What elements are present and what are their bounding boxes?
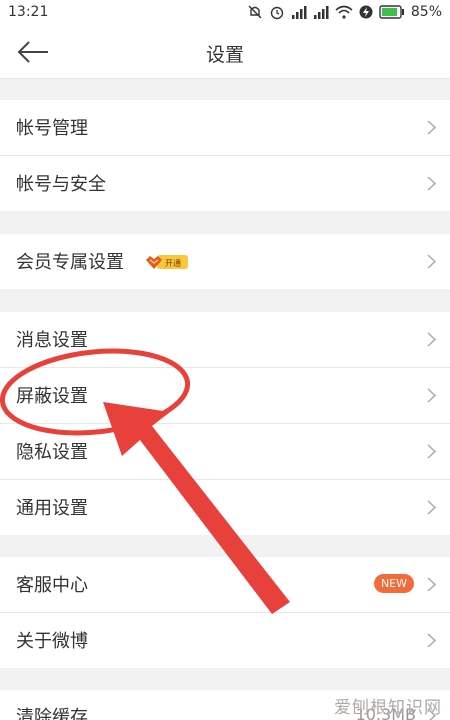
settings-item-label: 清除缓存 [16,707,88,720]
status-bar: 13:21 85% [0,0,450,26]
settings-item-privacy[interactable]: 隐私设置 [0,424,450,480]
settings-item-label: 隐私设置 [16,442,88,463]
mute-icon [248,5,262,19]
charging-icon [359,5,373,19]
new-badge: NEW [373,574,414,593]
settings-item-label: 通用设置 [16,498,88,519]
settings-group-vip: 会员专属设置 开通 [0,234,450,289]
chevron-right-icon [427,500,436,515]
settings-item-account-manage[interactable]: 帐号管理 [0,100,450,156]
settings-item-label: 消息设置 [16,330,88,351]
settings-item-label: 关于微博 [16,631,88,652]
chevron-right-icon [427,120,436,135]
vip-badge-icon[interactable]: 开通 [145,253,189,271]
settings-item-account-security[interactable]: 帐号与安全 [0,156,450,211]
settings-group-account: 帐号管理 帐号与安全 [0,100,450,211]
wifi-icon [335,5,353,19]
settings-item-label: 客服中心 [16,575,88,596]
chevron-right-icon [427,633,436,648]
status-icons: 85% [247,4,442,20]
chevron-right-icon [427,332,436,347]
settings-group-support: 客服中心 NEW 关于微博 [0,557,450,668]
chevron-right-icon [427,176,436,191]
settings-group-general: 消息设置 屏蔽设置 隐私设置 通用设置 [0,312,450,535]
settings-item-message[interactable]: 消息设置 [0,312,450,368]
settings-item-customer-service[interactable]: 客服中心 NEW [0,557,450,613]
vip-badge-text: 开通 [165,258,181,268]
settings-item-block[interactable]: 屏蔽设置 [0,368,450,424]
chevron-right-icon [427,254,436,269]
chevron-right-icon [427,388,436,403]
settings-item-general[interactable]: 通用设置 [0,480,450,535]
chevron-right-icon [427,577,436,592]
settings-item-vip[interactable]: 会员专属设置 开通 [0,234,450,289]
settings-item-label: 会员专属设置 [16,252,124,273]
page-title: 设置 [205,44,244,66]
signal-icon [291,6,307,19]
settings-item-label: 屏蔽设置 [16,386,88,407]
chevron-right-icon [427,444,436,459]
nav-bar: 设置 [0,26,450,79]
alarm-icon [270,6,284,20]
watermark: 爱刨根知识网 [334,698,442,718]
battery-percent: 85% [410,4,442,20]
battery-icon [379,5,404,19]
status-time: 13:21 [8,4,49,20]
signal-icon-2 [313,6,329,19]
settings-item-about[interactable]: 关于微博 [0,613,450,668]
settings-item-label: 帐号管理 [16,118,88,139]
settings-item-label: 帐号与安全 [16,174,106,195]
